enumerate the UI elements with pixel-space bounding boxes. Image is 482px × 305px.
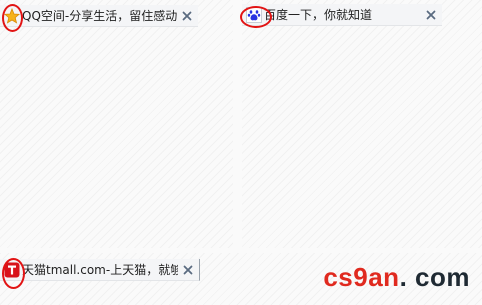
- watermark-domain: . com: [399, 262, 470, 292]
- watermark-brand: cs9an: [323, 262, 400, 292]
- tab-title: 百度一下，你就知道: [264, 7, 373, 22]
- tab-title: 天猫tmall.com-上天猫，就够了: [22, 262, 178, 277]
- tab-preview-panel[interactable]: [0, 0, 233, 248]
- tab-baidu[interactable]: 百度一下，你就知道: [242, 4, 442, 26]
- tab-tmall[interactable]: 天猫tmall.com-上天猫，就够了: [0, 259, 200, 281]
- baidu-paw-icon: [246, 6, 262, 23]
- tab-title: QQ空间-分享生活，留住感动: [22, 8, 177, 23]
- close-icon[interactable]: [181, 263, 195, 277]
- tmall-t-icon: [4, 262, 20, 278]
- tab-thumbnails-view: QQ空间-分享生活，留住感动 百度一下，你就知道 天猫tmall.com-上天猫…: [0, 0, 482, 305]
- site-watermark: cs9an. com: [323, 262, 470, 293]
- tab-qzone[interactable]: QQ空间-分享生活，留住感动: [0, 5, 198, 27]
- qzone-star-icon: [4, 7, 20, 24]
- tab-preview-panel[interactable]: [242, 0, 482, 248]
- close-icon[interactable]: [424, 8, 438, 22]
- close-icon[interactable]: [180, 9, 194, 23]
